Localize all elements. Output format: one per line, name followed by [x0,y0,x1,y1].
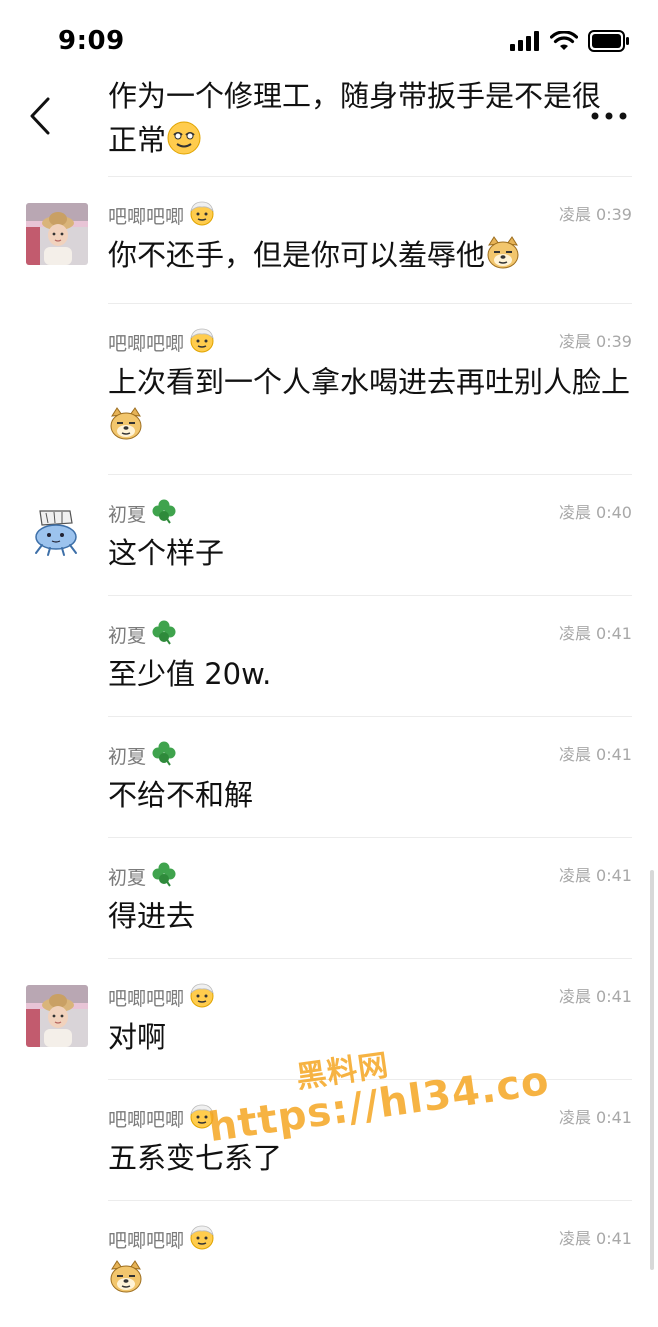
message-time: 凌晨 0:40 [558,503,632,522]
more-dots-icon [591,112,627,120]
message-text: 五系变七系了 [108,1141,283,1175]
battery-icon [588,30,629,52]
smirk-emoji-icon [166,120,202,168]
message-time: 凌晨 0:41 [558,624,632,643]
elder-emoji-icon [188,326,216,359]
clover-icon [150,497,178,530]
sender-name[interactable]: 初夏 [108,497,178,530]
doge-emoji-icon [108,1259,144,1307]
message-meta: 吧唧吧唧 凌晨 0:39 [108,199,632,229]
message-meta: 吧唧吧唧 凌晨 0:41 [108,1102,632,1132]
message-item[interactable]: 吧唧吧唧 凌晨 0:41 五系变七系了 [108,1079,632,1200]
chevron-left-icon [30,97,50,135]
message-item[interactable]: 初夏 凌晨 0:41 得进去 [108,837,632,958]
elder-emoji-icon [188,1223,216,1256]
avatar[interactable] [26,501,88,563]
message-item[interactable]: 吧唧吧唧 凌晨 0:41 [108,1200,632,1327]
message-text: 这个样子 [108,536,225,570]
message-text: 不给不和解 [108,778,254,812]
sender-name[interactable]: 初夏 [108,860,178,893]
message-text [108,1257,632,1307]
message-time: 凌晨 0:41 [558,1108,632,1127]
scrollbar[interactable] [650,870,654,1270]
message-item[interactable]: 初夏 凌晨 0:41 不给不和解 [108,716,632,837]
message-item[interactable]: 初夏 凌晨 0:40 这个样子 [26,474,632,595]
message-meta: 初夏 凌晨 0:40 [108,497,632,527]
message-text: 得进去 [108,899,196,933]
status-bar: 9:09 [0,0,658,76]
back-button[interactable] [22,94,58,138]
elder-emoji-icon [188,199,216,232]
status-time: 9:09 [58,26,125,56]
clover-icon [150,860,178,893]
sender-name[interactable]: 吧唧吧唧 [108,981,216,1014]
message-meta: 初夏 凌晨 0:41 [108,860,632,890]
signal-icon [510,31,539,51]
message-text: 对啊 [108,1020,167,1054]
message-meta: 吧唧吧唧 凌晨 0:39 [108,326,632,356]
message-item[interactable]: 吧唧吧唧 凌晨 0:39 你不还手，但是你可以羞辱他 [26,176,632,303]
sender-name[interactable]: 吧唧吧唧 [108,199,216,232]
clover-icon [150,618,178,651]
sender-name[interactable]: 吧唧吧唧 [108,1223,216,1256]
clover-icon [150,739,178,772]
message-text: 上次看到一个人拿水喝进去再吐别人脸上 [108,360,632,454]
message-text: 至少值 20w. [108,657,272,691]
wifi-icon [550,31,578,50]
message-meta: 吧唧吧唧 凌晨 0:41 [108,1223,632,1253]
sender-name[interactable]: 初夏 [108,739,178,772]
post-title: 作为一个修理工，随身带扳手是不是很正常 [108,74,628,168]
avatar[interactable] [26,203,88,265]
chat-header: 作为一个修理工，随身带扳手是不是很正常 [0,70,658,170]
message-time: 凌晨 0:39 [558,205,632,224]
message-item[interactable]: 吧唧吧唧 凌晨 0:39 上次看到一个人拿水喝进去再吐别人脸上 [108,303,632,474]
message-time: 凌晨 0:41 [558,745,632,764]
doge-emoji-icon [108,406,144,454]
status-icons [510,30,630,52]
message-list: 吧唧吧唧 凌晨 0:39 你不还手，但是你可以羞辱他 吧唧吧唧 凌晨 0:39 上次看到一… [0,176,658,1327]
doge-emoji-icon [485,235,521,283]
message-time: 凌晨 0:39 [558,332,632,351]
message-item[interactable]: 吧唧吧唧 凌晨 0:41 对啊 [26,958,632,1079]
elder-emoji-icon [188,981,216,1014]
message-meta: 吧唧吧唧 凌晨 0:41 [108,981,632,1011]
elder-emoji-icon [188,1102,216,1135]
message-meta: 初夏 凌晨 0:41 [108,739,632,769]
message-item[interactable]: 初夏 凌晨 0:41 至少值 20w. [108,595,632,716]
message-time: 凌晨 0:41 [558,987,632,1006]
sender-name[interactable]: 初夏 [108,618,178,651]
message-time: 凌晨 0:41 [558,866,632,885]
more-button[interactable] [584,98,634,134]
message-time: 凌晨 0:41 [558,1229,632,1248]
sender-name[interactable]: 吧唧吧唧 [108,1102,216,1135]
sender-name[interactable]: 吧唧吧唧 [108,326,216,359]
message-text: 你不还手，但是你可以羞辱他 [108,233,632,283]
message-meta: 初夏 凌晨 0:41 [108,618,632,648]
avatar[interactable] [26,985,88,1047]
